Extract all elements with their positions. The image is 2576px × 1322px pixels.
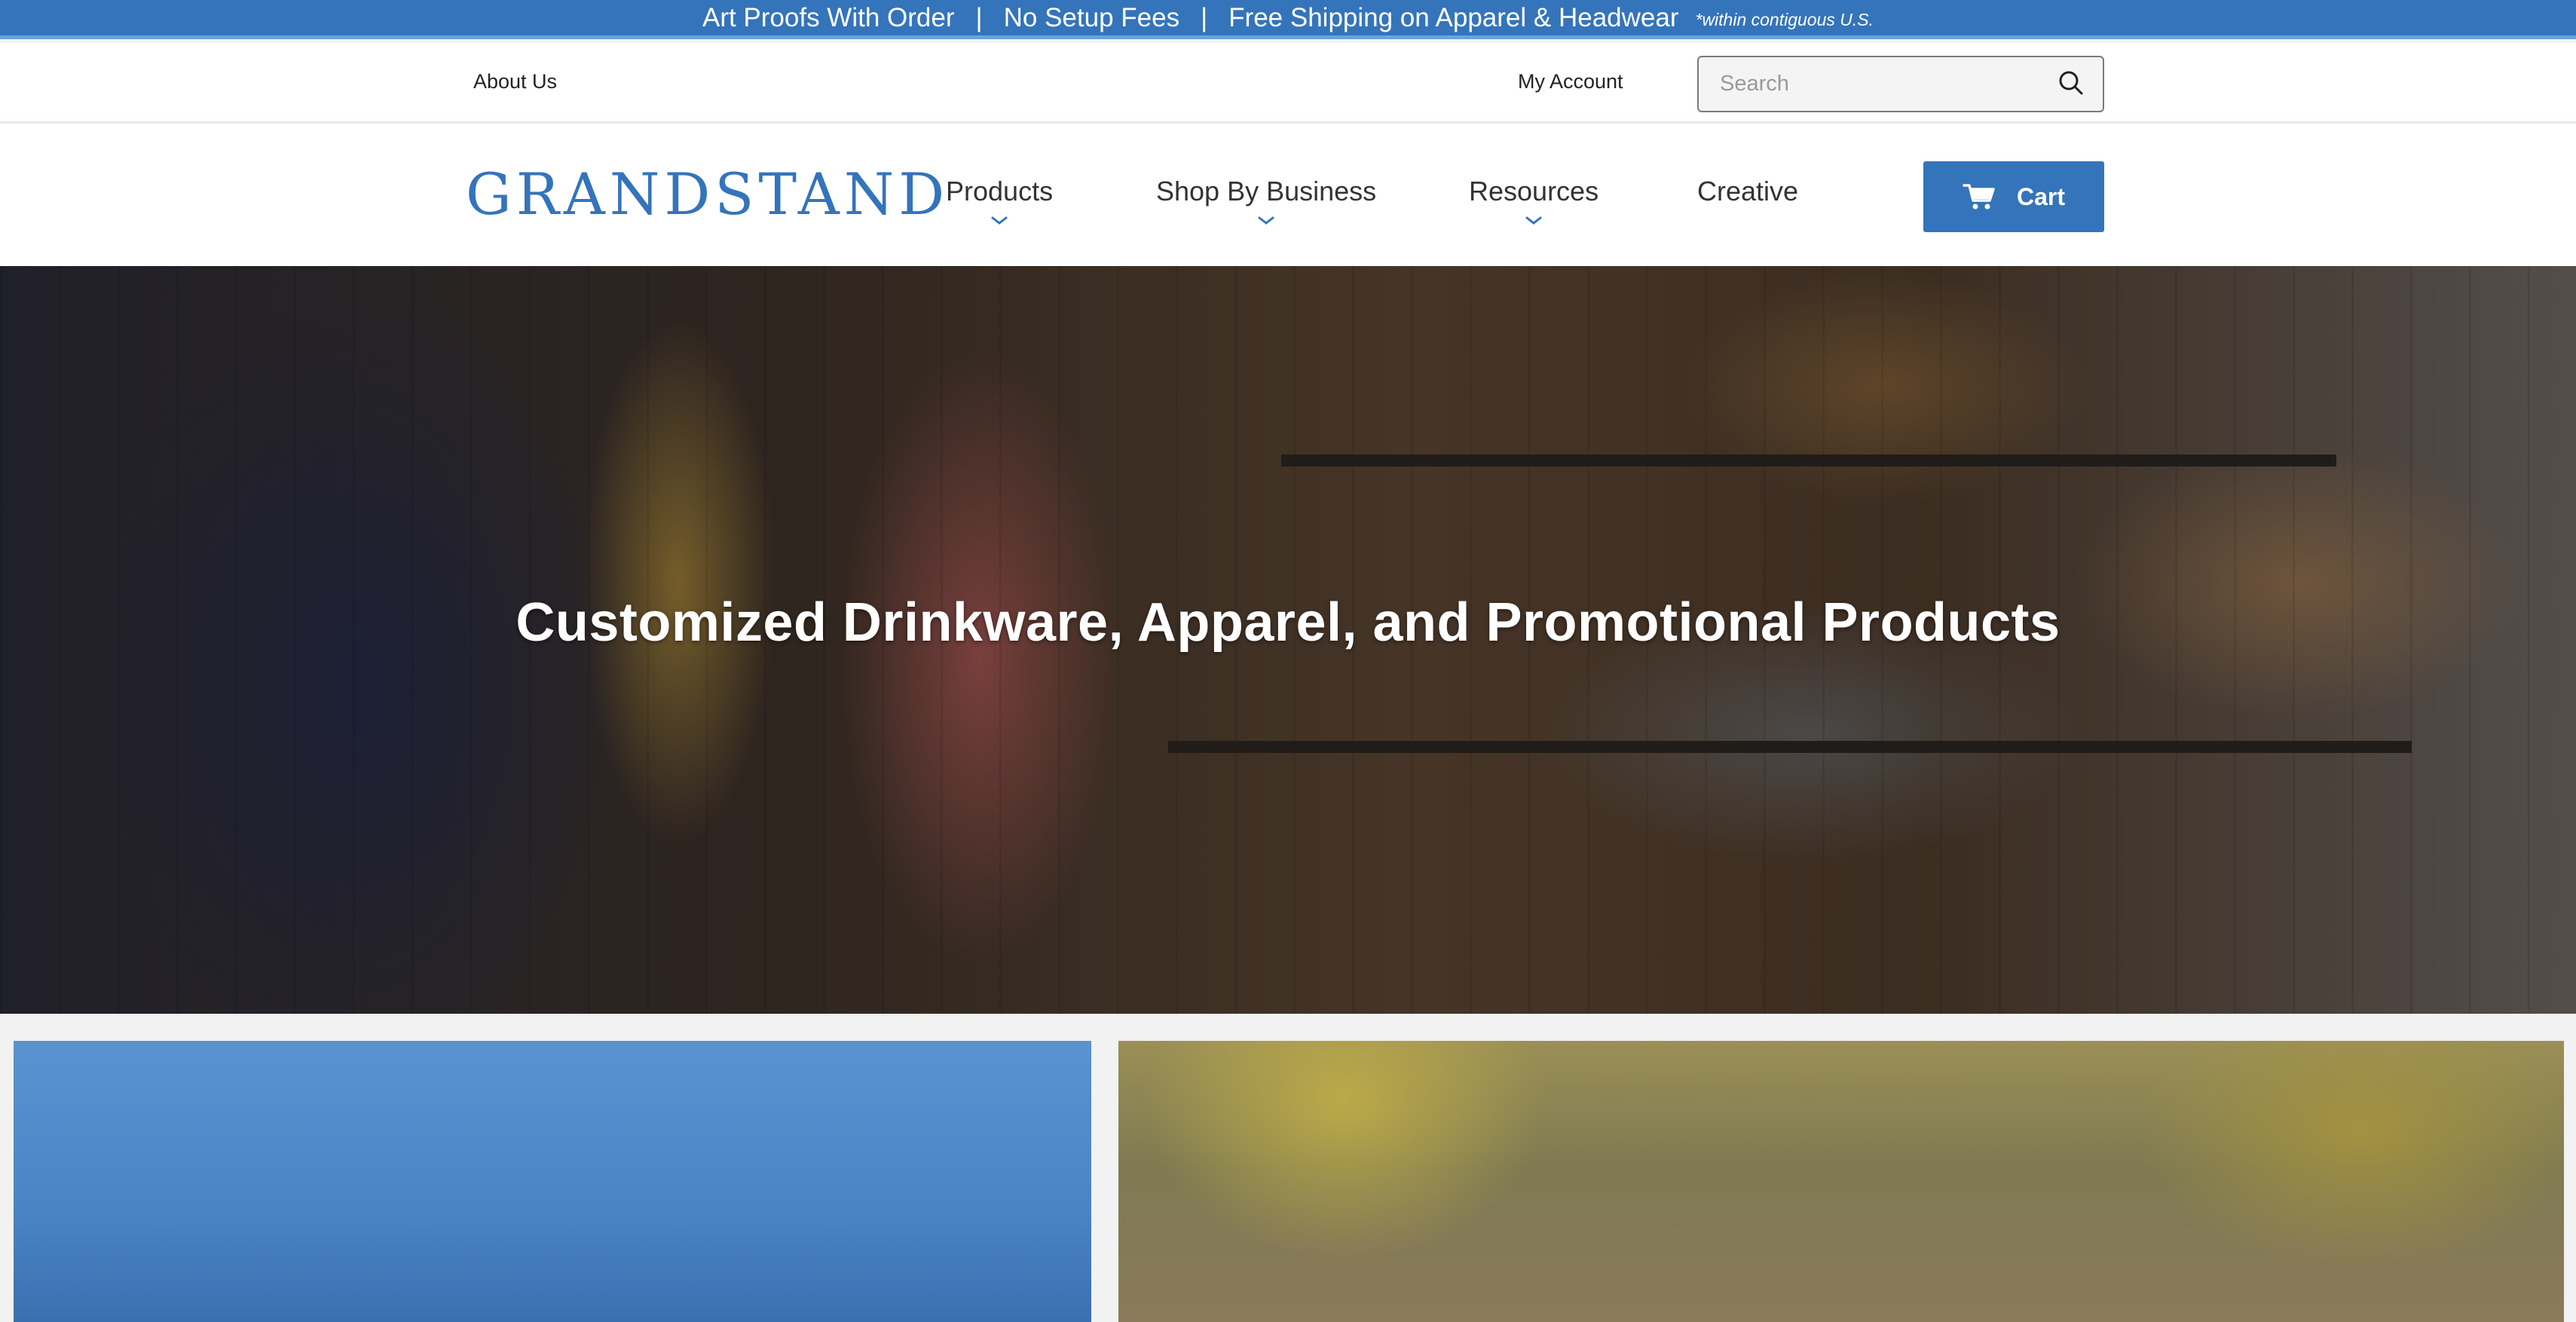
promo-separator: | bbox=[1201, 2, 1208, 32]
cart-button[interactable]: Cart bbox=[1923, 161, 2104, 232]
nav-creative[interactable]: Creative bbox=[1697, 176, 1798, 207]
nav-shop-by-business-label: Shop By Business bbox=[1156, 176, 1377, 207]
promo-no-setup-fees: No Setup Fees bbox=[1003, 2, 1180, 32]
search-input[interactable] bbox=[1699, 57, 2103, 111]
hero-shelf bbox=[1281, 454, 2336, 467]
hero-shelf bbox=[1168, 741, 2412, 753]
promo-separator: | bbox=[975, 2, 983, 32]
search-icon[interactable] bbox=[2056, 68, 2086, 98]
promo-free-shipping: Free Shipping on Apparel & Headwear bbox=[1228, 2, 1679, 32]
promo-footnote: *within contiguous U.S. bbox=[1695, 10, 1874, 29]
nav-products[interactable]: Products bbox=[946, 176, 1054, 225]
chevron-down-icon bbox=[1525, 216, 1542, 225]
utility-bar: About Us My Account bbox=[0, 43, 2576, 123]
nav-creative-label: Creative bbox=[1697, 176, 1799, 207]
chevron-down-icon bbox=[991, 216, 1008, 225]
main-header: GRANDSTAND Products Shop By Business Res… bbox=[0, 124, 2576, 266]
my-account-link[interactable]: My Account bbox=[1518, 70, 1623, 93]
nav-shop-by-business[interactable]: Shop By Business bbox=[1156, 176, 1377, 225]
promo-bar: Art Proofs With Order | No Setup Fees | … bbox=[0, 0, 2576, 39]
hero-title: Customized Drinkware, Apparel, and Promo… bbox=[516, 592, 2060, 653]
about-us-link[interactable]: About Us bbox=[473, 70, 557, 93]
nav-resources[interactable]: Resources bbox=[1469, 176, 1599, 225]
search-box bbox=[1697, 56, 2104, 112]
hero-banner: Customized Drinkware, Apparel, and Promo… bbox=[0, 266, 2576, 1014]
chevron-down-icon bbox=[1258, 216, 1274, 225]
cart-icon bbox=[1963, 184, 1995, 210]
drinkware-promo-tile[interactable] bbox=[14, 1041, 1091, 1322]
nav-products-label: Products bbox=[946, 176, 1054, 207]
cart-label: Cart bbox=[2016, 182, 2065, 210]
grandstand-logo[interactable]: GRANDSTAND bbox=[466, 161, 949, 228]
promo-art-proofs: Art Proofs With Order bbox=[702, 2, 955, 32]
apparel-promo-tile[interactable] bbox=[1118, 1041, 2564, 1322]
nav-resources-label: Resources bbox=[1469, 176, 1599, 207]
